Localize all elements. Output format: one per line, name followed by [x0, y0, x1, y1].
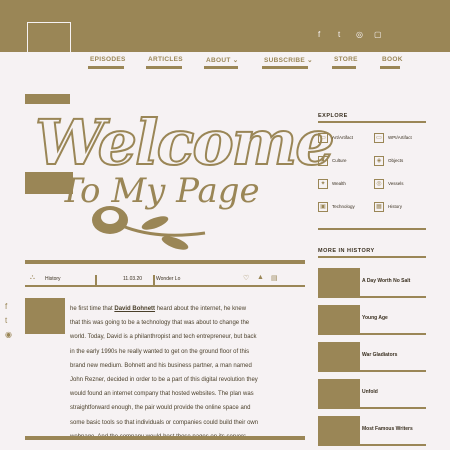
thumbnail	[318, 416, 360, 444]
thumbnail	[318, 379, 360, 407]
divider	[318, 121, 426, 123]
category-icon: ✦	[318, 179, 328, 189]
instagram-icon[interactable]: ◎	[356, 30, 363, 39]
category-icon: ▭	[374, 133, 384, 143]
nav-episodes[interactable]: EPISODES	[88, 56, 128, 63]
explore-item[interactable]: ♜ Culture	[318, 156, 370, 170]
hero-tag	[25, 94, 70, 104]
nav-articles[interactable]: ARTICLES	[146, 56, 185, 63]
category-icon: ▭	[318, 133, 328, 143]
article-date: 11.03.20	[123, 276, 143, 282]
facebook-icon[interactable]: f	[5, 302, 12, 311]
nav-subscribe[interactable]: SUBSCRIBE ⌄	[262, 56, 315, 64]
side-share-bar: f t ◉	[5, 302, 12, 344]
divider	[318, 256, 426, 258]
article-line: brand new medium. Bohnett and his busine…	[70, 362, 252, 369]
youtube-icon[interactable]: ▢	[374, 30, 382, 39]
nav-book[interactable]: BOOK	[380, 56, 405, 63]
article-line: John Rezner, decided in order to be a pa…	[70, 377, 258, 384]
twitter-icon[interactable]: t	[338, 30, 340, 39]
explore-item[interactable]: ◎ Vessels	[374, 179, 426, 193]
like-icon[interactable]: ♡	[243, 274, 249, 282]
twitter-icon[interactable]: t	[5, 316, 12, 325]
divider	[95, 275, 97, 285]
explore-item[interactable]: ▭ WPI/Artifact	[374, 133, 426, 147]
article-meta: ⛬ History 11.03.20 Wonder Lo ♡ ▲ ▤	[25, 273, 305, 287]
history-item[interactable]: A Day Worth No Salt	[318, 268, 426, 298]
article-category[interactable]: History	[45, 276, 61, 282]
hero-divider	[25, 260, 305, 264]
rose-illustration	[92, 206, 206, 250]
explore-item[interactable]: ▦ History	[374, 202, 426, 216]
article-line: world. Today, David is a philanthropist …	[70, 334, 257, 341]
history-item[interactable]: War Gladiators	[318, 342, 426, 372]
article-line: some basic tools so that individuals or …	[70, 419, 259, 426]
history-item[interactable]: Unfold	[318, 379, 426, 409]
explore-heading: EXPLORE	[318, 113, 348, 119]
article-line: in the early 1990s he really wanted to g…	[70, 348, 250, 355]
nav-underline	[88, 66, 124, 69]
thumbnail	[318, 305, 360, 333]
category-icon: ▦	[374, 202, 384, 212]
article-author[interactable]: Wonder Lo	[156, 276, 180, 282]
article-line: that this was going to be a technology t…	[70, 320, 250, 327]
category-icon: ▣	[318, 202, 328, 212]
article-bottom-bar	[25, 436, 305, 440]
nav-underline	[262, 66, 308, 69]
thumbnail	[318, 342, 360, 370]
article-body: he first time that David Bohnett heard a…	[70, 302, 305, 444]
nav-store[interactable]: STORE	[332, 56, 360, 63]
hero-title: Welcome	[34, 106, 336, 179]
divider	[153, 275, 155, 285]
category-icon: ◎	[374, 179, 384, 189]
explore-item[interactable]: ▭ Art/Artifact	[318, 133, 370, 147]
facebook-icon[interactable]: f	[318, 30, 320, 39]
drop-cap-block	[25, 298, 65, 334]
article-line: straightforward enough, the pair would p…	[70, 405, 251, 412]
explore-item[interactable]: ◈ Objects	[374, 156, 426, 170]
author-link[interactable]: David Bohnett	[114, 306, 155, 312]
thumbnail	[318, 268, 360, 296]
nav-underline	[204, 66, 238, 69]
nav-underline	[146, 66, 182, 69]
explore-item[interactable]: ✦ Wealth	[318, 179, 370, 193]
category-icon: ♜	[318, 156, 328, 166]
explore-item[interactable]: ▣ Technology	[318, 202, 370, 216]
share-icon[interactable]: ▲	[257, 274, 264, 281]
history-item[interactable]: Most Famous Writers	[318, 416, 426, 446]
main-nav: EPISODES ARTICLES ABOUT ⌄ SUBSCRIBE ⌄ ST…	[0, 56, 450, 74]
bookmark-icon[interactable]: ▤	[271, 274, 278, 282]
nav-about[interactable]: ABOUT ⌄	[204, 56, 241, 64]
divider	[318, 228, 426, 230]
article-line: he first time that David Bohnett heard a…	[70, 306, 247, 312]
nav-underline	[332, 66, 356, 69]
comment-icon[interactable]: ◉	[5, 330, 12, 339]
history-item[interactable]: Young Age	[318, 305, 426, 335]
article-line: would found an internet company that hos…	[70, 391, 254, 398]
nav-underline	[380, 66, 400, 69]
more-in-history-heading: MORE IN HISTORY	[318, 248, 375, 254]
category-icon: ◈	[374, 156, 384, 166]
category-icon: ⛬	[30, 274, 35, 281]
